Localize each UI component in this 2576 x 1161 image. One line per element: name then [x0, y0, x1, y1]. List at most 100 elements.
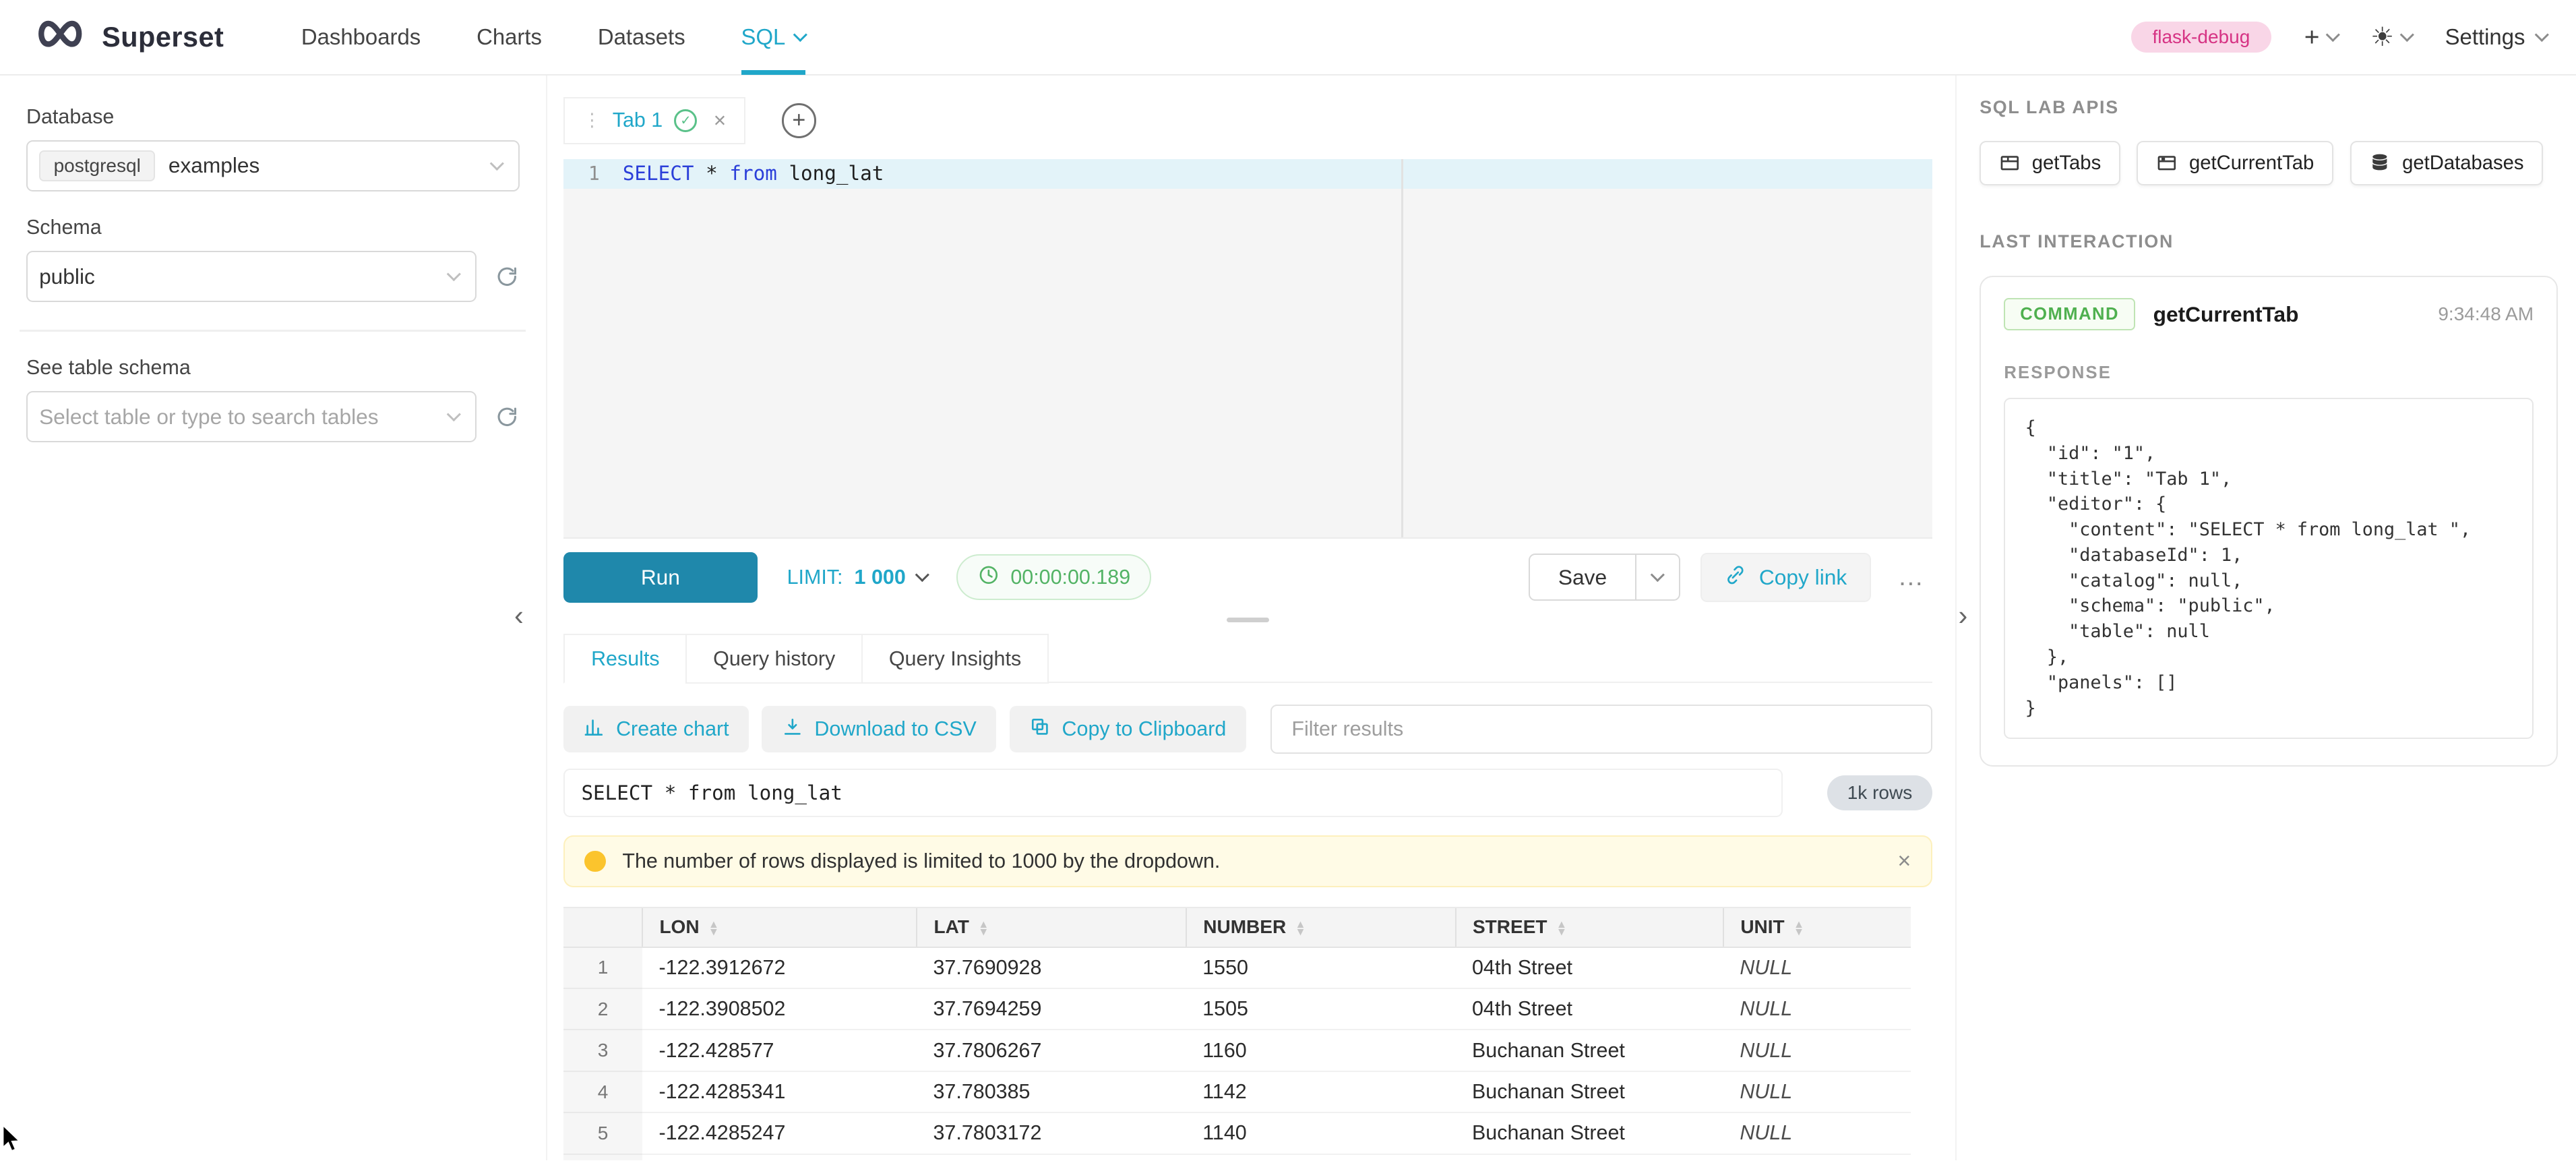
new-item-button[interactable]: + [2304, 24, 2338, 51]
save-dropdown-button[interactable] [1636, 554, 1681, 601]
tab-query-insights[interactable]: Query Insights [861, 634, 1049, 683]
query-preview-row: SELECT * from long_lat 1k rows [563, 769, 1932, 817]
schema-label: Schema [26, 216, 520, 239]
mouse-cursor [1, 1125, 23, 1160]
download-icon [782, 716, 803, 743]
editor-toolbar: Run LIMIT: 1 000 00:00:00.189 Save [563, 552, 1932, 603]
response-json: { "id": "1", "title": "Tab 1", "editor":… [2004, 398, 2534, 739]
schema-sidebar: Database postgresql examples Schema publ… [0, 76, 547, 1160]
get-current-tab-button[interactable]: getCurrentTab [2137, 141, 2333, 185]
tab-query-history[interactable]: Query history [685, 634, 863, 683]
warning-icon [584, 851, 606, 872]
plus-icon: + [2304, 24, 2320, 51]
resize-handle[interactable] [1227, 618, 1269, 622]
copy-clipboard-button[interactable]: Copy to Clipboard [1010, 706, 1246, 752]
row-count-badge: 1k rows [1827, 775, 1932, 810]
sort-icon: ▴▾ [1559, 921, 1565, 936]
copy-link-button[interactable]: Copy link [1700, 553, 1872, 602]
collapse-api-panel-button[interactable]: › [1959, 601, 1968, 629]
database-value: examples [168, 153, 260, 178]
refresh-schemas-button[interactable] [495, 264, 520, 289]
schema-select[interactable]: public [26, 251, 477, 302]
response-label: RESPONSE [2004, 363, 2534, 383]
database-select[interactable]: postgresql examples [26, 140, 520, 191]
save-button[interactable]: Save [1529, 554, 1636, 601]
editor-tab[interactable]: ⋮ Tab 1 ✓ × [563, 97, 745, 144]
nav-datasets[interactable]: Datasets [598, 0, 685, 75]
filter-results-input[interactable] [1270, 705, 1932, 754]
tabs-icon [1999, 152, 2021, 174]
table-row: 3 -122.428577 37.7806267 1160 Buchanan S… [563, 1030, 1911, 1071]
api-panel-title: SQL LAB APIS [1980, 97, 2558, 118]
row-limit-warning: The number of rows displayed is limited … [563, 835, 1932, 887]
editor-tab-title: Tab 1 [613, 109, 663, 132]
chevron-down-icon [793, 28, 807, 42]
brand[interactable]: Superset [33, 18, 224, 56]
superset-logo-icon [33, 18, 87, 56]
run-query-button[interactable]: Run [563, 552, 758, 603]
get-databases-button[interactable]: getDatabases [2350, 141, 2544, 185]
results-table: LON▴▾ LAT▴▾ NUMBER▴▾ STREET▴▾ UNIT▴▾ 1 -… [563, 907, 1911, 1160]
create-chart-button[interactable]: Create chart [563, 706, 749, 752]
column-header-lat[interactable]: LAT▴▾ [917, 907, 1186, 947]
saved-check-icon: ✓ [674, 109, 697, 132]
sort-icon: ▴▾ [711, 921, 717, 936]
interaction-card: COMMAND getCurrentTab 9:34:48 AM RESPONS… [1980, 276, 2558, 767]
download-csv-button[interactable]: Download to CSV [762, 706, 996, 752]
main-nav: Dashboards Charts Datasets SQL [273, 0, 833, 75]
chevron-down-icon [2534, 28, 2548, 42]
command-name: getCurrentTab [2153, 302, 2299, 327]
environment-badge: flask-debug [2131, 22, 2271, 53]
table-row: 6 -122.4289542 37.7802883 1111 Buchanan … [563, 1154, 1911, 1160]
refresh-tables-button[interactable] [495, 405, 520, 429]
sql-lab-main: ⋮ Tab 1 ✓ × + 1 SELECT * from long_lat R… [563, 76, 1932, 1160]
chevron-down-icon [915, 568, 929, 582]
command-badge: COMMAND [2004, 298, 2135, 330]
close-warning-button[interactable]: × [1897, 848, 1911, 874]
sort-icon: ▴▾ [1796, 921, 1802, 936]
column-header-unit[interactable]: UNIT▴▾ [1723, 907, 1911, 947]
chevron-down-icon [447, 267, 461, 281]
settings-menu[interactable]: Settings [2445, 24, 2547, 50]
chevron-down-icon [490, 156, 504, 171]
chevron-down-icon [2326, 28, 2340, 42]
database-label: Database [26, 105, 520, 129]
sql-editor[interactable]: 1 SELECT * from long_lat [563, 159, 1932, 539]
sidebar-divider [20, 330, 526, 331]
column-header-street[interactable]: STREET▴▾ [1456, 907, 1723, 947]
chevron-down-icon [447, 407, 461, 421]
close-tab-button[interactable]: × [714, 108, 727, 133]
table-search-input[interactable] [39, 405, 433, 429]
get-tabs-button[interactable]: getTabs [1980, 141, 2120, 185]
table-schema-label: See table schema [26, 356, 520, 380]
collapse-sidebar-button[interactable]: ‹ [514, 601, 524, 629]
navbar: Superset Dashboards Charts Datasets SQL … [0, 0, 2576, 76]
table-row: 4 -122.4285341 37.780385 1142 Buchanan S… [563, 1071, 1911, 1112]
drag-handle-icon: ⋮ [583, 110, 601, 131]
link-icon [1725, 564, 1746, 591]
column-header-number[interactable]: NUMBER▴▾ [1186, 907, 1456, 947]
table-row: 2 -122.3908502 37.7694259 1505 04th Stre… [563, 988, 1911, 1030]
sql-lab-api-panel: SQL LAB APIS getTabs getCurrentTab getDa… [1980, 76, 2558, 1160]
current-tab-icon [2156, 152, 2178, 174]
nav-dashboards[interactable]: Dashboards [301, 0, 421, 75]
table-select[interactable] [26, 391, 477, 442]
database-type-tag: postgresql [39, 150, 155, 181]
theme-toggle-button[interactable]: ☀ [2370, 24, 2412, 51]
sql-code-line: SELECT * from long_lat [623, 159, 884, 189]
nav-charts[interactable]: Charts [477, 0, 542, 75]
tab-results[interactable]: Results [563, 634, 687, 683]
more-options-button[interactable]: … [1891, 562, 1932, 592]
nav-sql[interactable]: SQL [741, 0, 805, 75]
clock-icon [978, 564, 1000, 591]
panel-divider [1955, 76, 1957, 1160]
table-row: 5 -122.4285247 37.7803172 1140 Buchanan … [563, 1112, 1911, 1154]
warning-text: The number of rows displayed is limited … [622, 850, 1220, 873]
navbar-right: flask-debug + ☀ Settings [2131, 22, 2546, 53]
add-tab-button[interactable]: + [782, 103, 816, 138]
copy-icon [1029, 716, 1051, 743]
results-tabbar: Results Query history Query Insights [563, 634, 1932, 683]
column-header-lon[interactable]: LON▴▾ [642, 907, 917, 947]
sort-icon: ▴▾ [1297, 921, 1304, 936]
limit-dropdown[interactable]: LIMIT: 1 000 [787, 566, 927, 589]
